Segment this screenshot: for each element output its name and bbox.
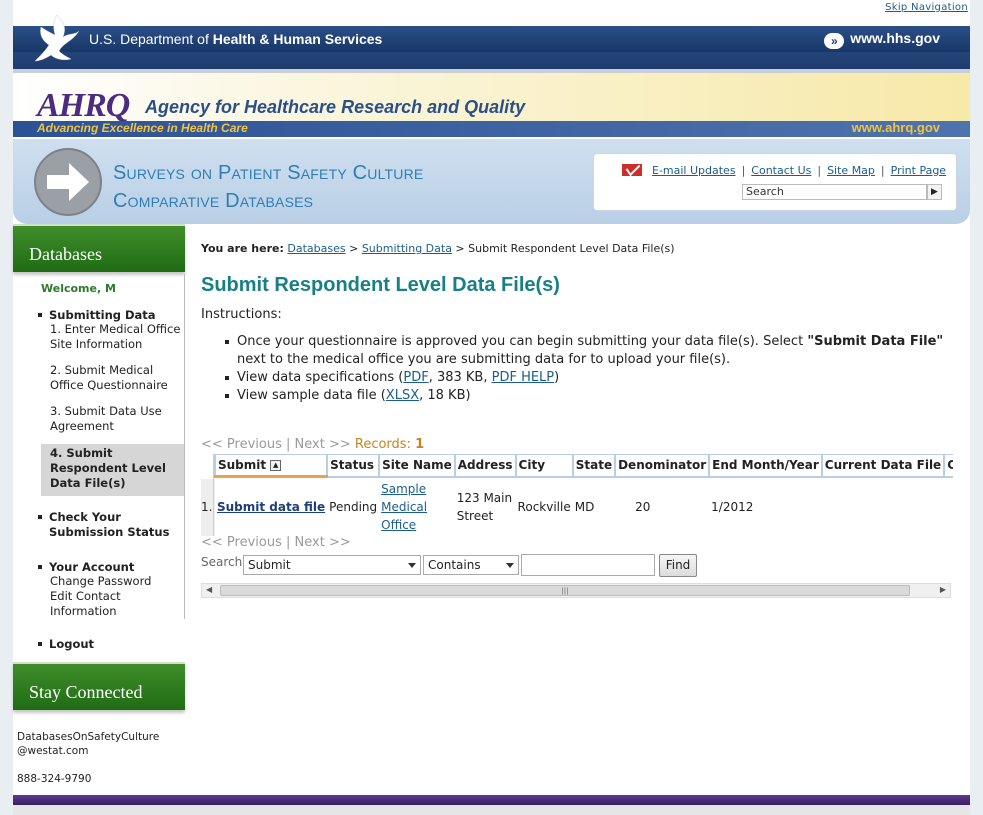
pager-next[interactable]: Next >>: [295, 437, 351, 452]
breadcrumb-current: Submit Respondent Level Data File(s): [468, 242, 675, 255]
col-site-name[interactable]: Site Name: [378, 454, 456, 478]
sidebar-step-2[interactable]: 2. Submit Medical Office Questionnaire: [26, 363, 185, 393]
records-count: Records: 1: [354, 437, 425, 452]
col-address[interactable]: Address: [453, 454, 517, 478]
ahrq-tagline: Advancing Excellence in Health Care: [37, 121, 248, 135]
pdf-help-link[interactable]: PDF HELP: [492, 370, 555, 385]
pager-previous[interactable]: << Previous: [201, 437, 282, 452]
hhs-title[interactable]: U.S. Department of Health & Human Servic…: [89, 31, 382, 47]
surveys-title: Surveys on Patient Safety Culture Compar…: [113, 162, 424, 212]
site-search-input[interactable]: Search: [742, 184, 927, 200]
pager-bottom: << Previous | Next >>: [201, 535, 351, 550]
pdf-link[interactable]: PDF: [403, 370, 428, 385]
search-operator-select[interactable]: Contains: [423, 555, 519, 575]
ahrq-url-link[interactable]: www.ahrq.gov: [852, 120, 940, 135]
pager-next[interactable]: Next >>: [295, 535, 351, 550]
col-state[interactable]: State: [571, 454, 617, 478]
search-value-input[interactable]: [521, 554, 655, 576]
col-city[interactable]: City: [514, 454, 574, 478]
site-name-link[interactable]: Sample Medical Office: [381, 482, 427, 532]
search-go-button[interactable]: ▶: [927, 184, 942, 200]
ahrq-logo[interactable]: AHRQ: [37, 87, 130, 125]
instruction-item: Once your questionnaire is approved you …: [225, 333, 970, 369]
cell-city: Rockville: [517, 499, 571, 514]
col-submit[interactable]: Submit ▲: [214, 454, 329, 478]
footer-bar: [13, 795, 970, 805]
breadcrumb-submitting-data[interactable]: Submitting Data: [362, 242, 452, 255]
horizontal-scrollbar[interactable]: ◀ ||| ▶: [201, 583, 951, 598]
col-current-data-file-status[interactable]: Current Data File Stat: [943, 454, 953, 478]
page: Skip Navigation U.S. Department of Healt…: [13, 0, 970, 815]
scroll-left-icon: ◀: [206, 585, 213, 594]
skip-navigation-link[interactable]: Skip Navigation: [885, 2, 968, 13]
col-status[interactable]: Status: [326, 454, 381, 478]
chevron-down-icon: [506, 563, 514, 568]
sidebar-step-3[interactable]: 3. Submit Data Use Agreement: [26, 404, 185, 434]
scroll-right-icon: ▶: [939, 585, 946, 594]
sidebar-edit-contact[interactable]: Edit Contact Information: [26, 589, 185, 619]
sidebar-submitting-data: Submitting Data: [13, 308, 185, 322]
col-current-data-file[interactable]: Current Data File: [820, 454, 946, 478]
find-button[interactable]: Find: [659, 554, 697, 577]
sidebar-heading: Databases: [13, 224, 185, 272]
page-title: Submit Respondent Level Data File(s): [201, 274, 560, 296]
print-page-link[interactable]: Print Page: [891, 164, 946, 177]
cell-end-month-year: 1/2012: [711, 499, 754, 514]
grid-search: Search: Submit Contains Find: [201, 554, 697, 577]
pager-previous[interactable]: << Previous: [201, 535, 282, 550]
pager-top: << Previous | Next >> Records: 1: [201, 437, 425, 452]
data-grid: Submit ▲ Status Site Name Address City St…: [213, 454, 953, 536]
table-row: Submit data file Pending Sample Medical …: [215, 477, 953, 536]
sidebar-logout[interactable]: Logout: [13, 637, 185, 651]
instruction-item: View sample data file (XLSX, 18 KB): [225, 387, 970, 405]
sidebar-change-password[interactable]: Change Password: [26, 574, 185, 589]
stay-connected-heading: Stay Connected: [13, 662, 185, 710]
email-updates-link[interactable]: E-mail Updates: [652, 164, 736, 177]
breadcrumb: You are here: Databases > Submitting Dat…: [201, 242, 675, 255]
row-number: 1.: [201, 500, 213, 514]
submit-data-file-link[interactable]: Submit data file: [217, 500, 325, 514]
search-field-select[interactable]: Submit: [243, 555, 421, 575]
instruction-item: View data specifications (PDF, 383 KB, P…: [225, 369, 970, 387]
sort-up-icon[interactable]: ▲: [270, 460, 282, 471]
chevron-down-icon: [408, 563, 416, 568]
mail-icon: [622, 164, 642, 176]
cell-denominator: 20: [635, 499, 651, 514]
ahrq-agency-name: Agency for Healthcare Research and Quali…: [145, 97, 526, 117]
col-denominator[interactable]: Denominator: [614, 454, 711, 478]
cell-current-data-file: [822, 477, 944, 536]
instruction-list: Once your questionnaire is approved you …: [225, 333, 970, 405]
contact-phone: 888-324-9790: [17, 773, 92, 785]
contact-info: DatabasesOnSafetyCulture @westat.com 888…: [17, 730, 159, 786]
sidebar-step-4-active[interactable]: 4. Submit Respondent Level Data File(s): [41, 444, 184, 496]
instructions-label: Instructions:: [201, 307, 282, 322]
contact-us-link[interactable]: Contact Us: [751, 164, 811, 177]
sidebar-your-account: Your Account: [13, 560, 185, 574]
cell-state: MD: [574, 499, 595, 514]
breadcrumb-databases[interactable]: Databases: [287, 242, 345, 255]
cell-address: 123 Main Street: [456, 490, 513, 523]
xlsx-link[interactable]: XLSX: [386, 388, 419, 403]
sidebar: Databases Welcome, M Submitting Data 1. …: [13, 224, 185, 815]
cell-current-data-file-status: [944, 477, 953, 536]
ahrq-banner: AHRQ Agency for Healthcare Research and …: [13, 69, 970, 137]
cell-status: Pending: [329, 499, 378, 514]
utility-box: E-mail Updates | Contact Us | Site Map | Print…: [593, 153, 957, 211]
contact-email[interactable]: DatabasesOnSafetyCulture @westat.com: [17, 730, 159, 758]
hhs-header: U.S. Department of Health & Human Servic…: [13, 14, 970, 69]
hhs-url-link[interactable]: » www.hhs.gov: [824, 30, 940, 49]
surveys-header: Surveys on Patient Safety Culture Compar…: [13, 139, 970, 224]
hhs-eagle-icon: [34, 14, 80, 62]
sidebar-check-status[interactable]: Check Your Submission Status: [13, 510, 185, 540]
scroll-thumb[interactable]: |||: [220, 585, 910, 596]
double-arrow-icon: »: [824, 33, 845, 49]
site-map-link[interactable]: Site Map: [827, 164, 875, 177]
arrow-right-circle-icon: [34, 148, 102, 216]
sidebar-step-1[interactable]: 1. Enter Medical Office Site Information: [26, 322, 185, 352]
welcome-text: Welcome, M: [41, 282, 116, 295]
col-end-month-year[interactable]: End Month/Year: [708, 454, 823, 478]
search-label: Search:: [201, 555, 247, 569]
